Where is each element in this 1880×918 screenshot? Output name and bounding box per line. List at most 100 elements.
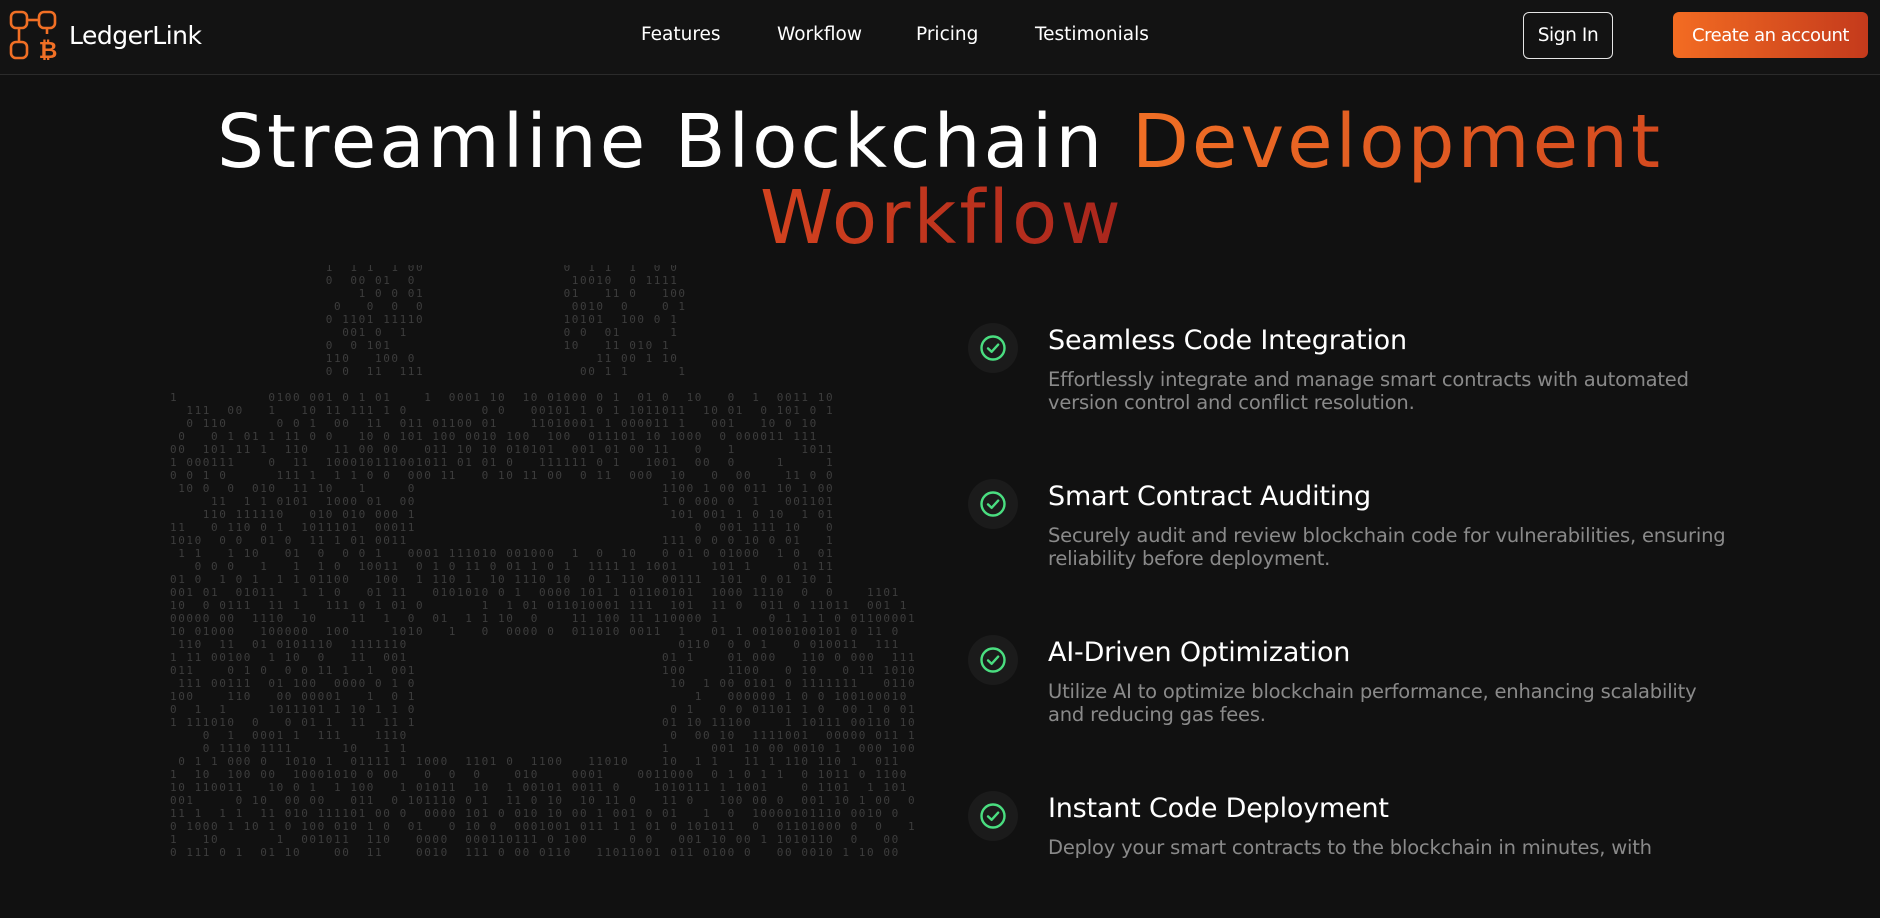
feature-title: Instant Code Deployment [1048, 793, 1389, 824]
svg-text:0: 0 [564, 430, 571, 443]
svg-text:1: 1 [252, 794, 259, 807]
svg-text:0: 0 [514, 807, 521, 820]
svg-text:1: 1 [326, 456, 333, 469]
svg-text:1: 1 [227, 430, 234, 443]
svg-text:1: 1 [605, 794, 612, 807]
svg-text:1: 1 [178, 638, 185, 651]
svg-text:0: 0 [728, 391, 735, 404]
svg-text:1: 1 [268, 820, 275, 833]
svg-text:1: 1 [293, 469, 300, 482]
svg-text:1: 1 [687, 781, 694, 794]
nav-link-pricing[interactable]: Pricing [916, 20, 978, 50]
nav-link-testimonials[interactable]: Testimonials [1035, 20, 1149, 50]
svg-text:1: 1 [687, 820, 694, 833]
svg-text:1: 1 [711, 612, 718, 625]
svg-text:0: 0 [301, 807, 308, 820]
svg-text:1: 1 [400, 430, 407, 443]
feature-title: AI-Driven Optimization [1048, 637, 1351, 668]
svg-text:1: 1 [588, 265, 595, 274]
svg-text:0: 0 [695, 430, 702, 443]
svg-text:1: 1 [227, 677, 234, 690]
svg-text:1: 1 [711, 599, 718, 612]
svg-text:1: 1 [588, 755, 595, 768]
svg-text:0: 0 [383, 508, 390, 521]
svg-text:0: 0 [555, 794, 562, 807]
svg-text:0: 0 [236, 768, 243, 781]
nav-link-workflow[interactable]: Workflow [777, 20, 862, 50]
svg-text:0: 0 [309, 833, 316, 846]
svg-text:1: 1 [359, 794, 366, 807]
svg-text:0: 0 [482, 586, 489, 599]
svg-text:1: 1 [219, 638, 226, 651]
svg-text:1: 1 [277, 742, 284, 755]
svg-text:1: 1 [670, 508, 677, 521]
svg-text:0: 0 [219, 599, 226, 612]
svg-text:0: 0 [350, 794, 357, 807]
svg-text:1: 1 [662, 417, 669, 430]
svg-text:1: 1 [244, 599, 251, 612]
svg-text:0: 0 [572, 768, 579, 781]
svg-text:1: 1 [826, 495, 833, 508]
svg-text:1: 1 [621, 573, 628, 586]
svg-text:1: 1 [408, 313, 415, 326]
svg-text:1: 1 [277, 677, 284, 690]
svg-text:1: 1 [170, 456, 177, 469]
svg-text:0: 0 [408, 820, 415, 833]
svg-text:1: 1 [801, 508, 808, 521]
svg-text:0: 0 [719, 846, 726, 859]
svg-text:0: 0 [285, 534, 292, 547]
svg-text:0: 0 [498, 391, 505, 404]
svg-text:1: 1 [514, 833, 521, 846]
svg-text:1: 1 [670, 651, 677, 664]
svg-text:1: 1 [367, 265, 374, 274]
svg-text:1: 1 [892, 651, 899, 664]
feature-title: Seamless Code Integration [1048, 325, 1407, 356]
svg-text:1: 1 [334, 352, 341, 365]
svg-text:0: 0 [547, 820, 554, 833]
svg-text:0: 0 [195, 612, 202, 625]
svg-text:1: 1 [195, 846, 202, 859]
svg-text:1: 1 [728, 547, 735, 560]
svg-text:0: 0 [588, 430, 595, 443]
svg-text:0: 0 [801, 794, 808, 807]
svg-text:0: 0 [777, 391, 784, 404]
svg-text:1: 1 [810, 677, 817, 690]
svg-text:1: 1 [646, 430, 653, 443]
sign-in-button[interactable]: Sign In [1523, 12, 1613, 59]
svg-text:1: 1 [785, 690, 792, 703]
svg-text:0: 0 [793, 729, 800, 742]
svg-text:1: 1 [572, 547, 579, 560]
svg-text:1: 1 [383, 391, 390, 404]
svg-text:1: 1 [293, 768, 300, 781]
svg-text:1: 1 [793, 625, 800, 638]
svg-text:1: 1 [531, 599, 538, 612]
svg-text:0: 0 [564, 287, 571, 300]
svg-text:1: 1 [195, 716, 202, 729]
svg-text:0: 0 [178, 534, 185, 547]
svg-text:1: 1 [334, 404, 341, 417]
top-navbar: ₿ LedgerLink Features Workflow Pricing T… [0, 0, 1880, 75]
svg-text:1: 1 [441, 573, 448, 586]
svg-text:0: 0 [514, 820, 521, 833]
svg-text:1: 1 [227, 690, 234, 703]
svg-text:1: 1 [588, 625, 595, 638]
svg-text:1: 1 [309, 638, 316, 651]
svg-text:0: 0 [867, 651, 874, 664]
svg-text:0: 0 [236, 651, 243, 664]
svg-text:0: 0 [334, 586, 341, 599]
svg-text:1: 1 [867, 807, 874, 820]
create-account-button[interactable]: Create an account [1673, 12, 1868, 58]
svg-text:0: 0 [900, 768, 907, 781]
svg-text:1: 1 [654, 846, 661, 859]
nav-link-features[interactable]: Features [641, 20, 721, 50]
svg-text:1: 1 [367, 794, 374, 807]
svg-text:0: 0 [178, 755, 185, 768]
svg-text:1: 1 [514, 560, 521, 573]
svg-text:1: 1 [309, 781, 316, 794]
svg-text:0: 0 [687, 833, 694, 846]
svg-text:0: 0 [711, 742, 718, 755]
svg-text:0: 0 [801, 586, 808, 599]
svg-text:0: 0 [342, 417, 349, 430]
svg-text:0: 0 [711, 820, 718, 833]
svg-text:1: 1 [342, 820, 349, 833]
